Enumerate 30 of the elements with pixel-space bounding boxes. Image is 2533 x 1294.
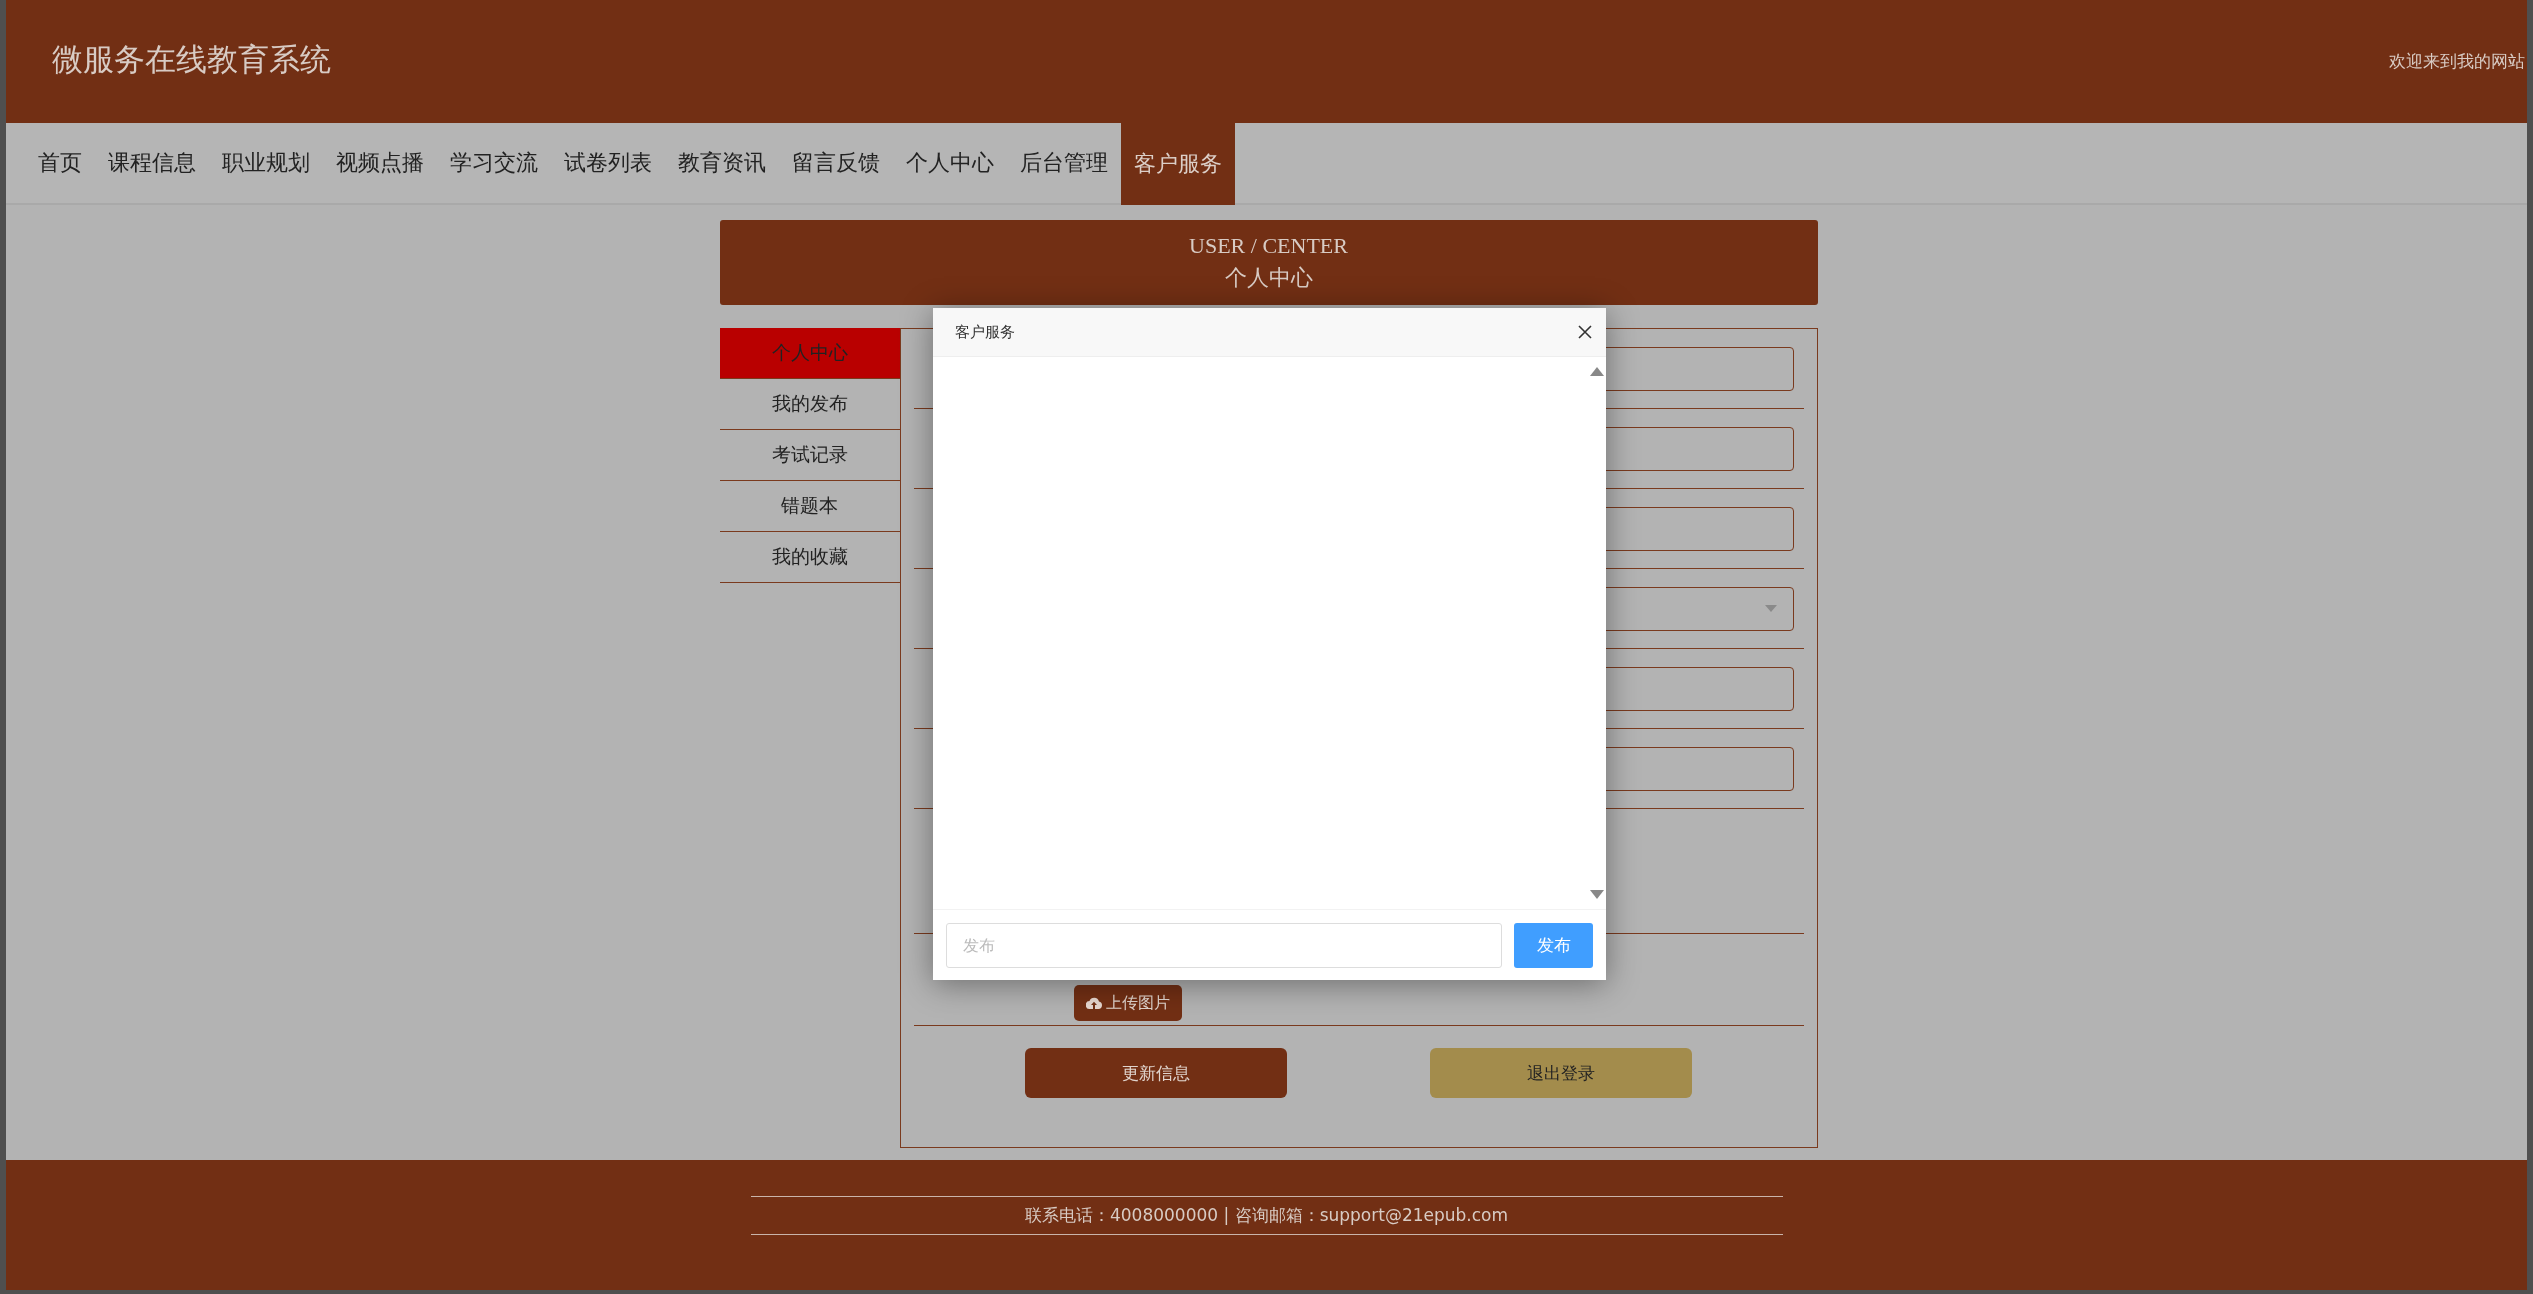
sidebar-item[interactable]: 考试记录 [719,430,900,481]
nav-item[interactable]: 留言反馈 [779,123,893,203]
cloud-upload-icon [1085,997,1102,1009]
nav-item[interactable]: 课程信息 [95,123,209,203]
site-title: 微服务在线教育系统 [52,39,331,79]
nav-item[interactable]: 客户服务 [1121,123,1235,205]
banner-title: USER / CENTER [1189,232,1348,259]
update-button[interactable]: 更新信息 [1025,1048,1287,1098]
nav-item[interactable]: 学习交流 [437,123,551,203]
nav-item[interactable]: 试卷列表 [551,123,665,203]
nav-item[interactable]: 视频点播 [323,123,437,203]
sidebar-item[interactable]: 我的收藏 [719,532,900,583]
upload-button[interactable]: 上传图片 [1073,985,1182,1021]
logout-button[interactable]: 退出登录 [1430,1048,1692,1098]
contact-text: 联系电话：4008000000 | 咨询邮箱：support@21epub.com [1024,1204,1509,1227]
message-input[interactable]: 发布 [946,922,1502,968]
welcome-text: 欢迎来到我的网站 [2389,50,2525,73]
nav-item[interactable]: 个人中心 [893,123,1007,203]
sidebar-item[interactable]: 我的发布 [719,379,900,430]
nav-item[interactable]: 后台管理 [1007,123,1121,203]
nav-item[interactable]: 职业规划 [209,123,323,203]
caret-icon [1764,605,1777,612]
sidebar-item[interactable]: 错题本 [719,481,900,532]
close-button[interactable] [1578,325,1592,339]
scroll-up-icon[interactable] [1590,367,1604,376]
nav-item[interactable]: 首页 [25,123,95,203]
scroll-down-icon[interactable] [1590,890,1604,899]
banner-subtitle: 个人中心 [1224,263,1313,292]
nav-item[interactable]: 教育资讯 [665,123,779,203]
dialog-title: 客户服务 [955,322,1015,342]
